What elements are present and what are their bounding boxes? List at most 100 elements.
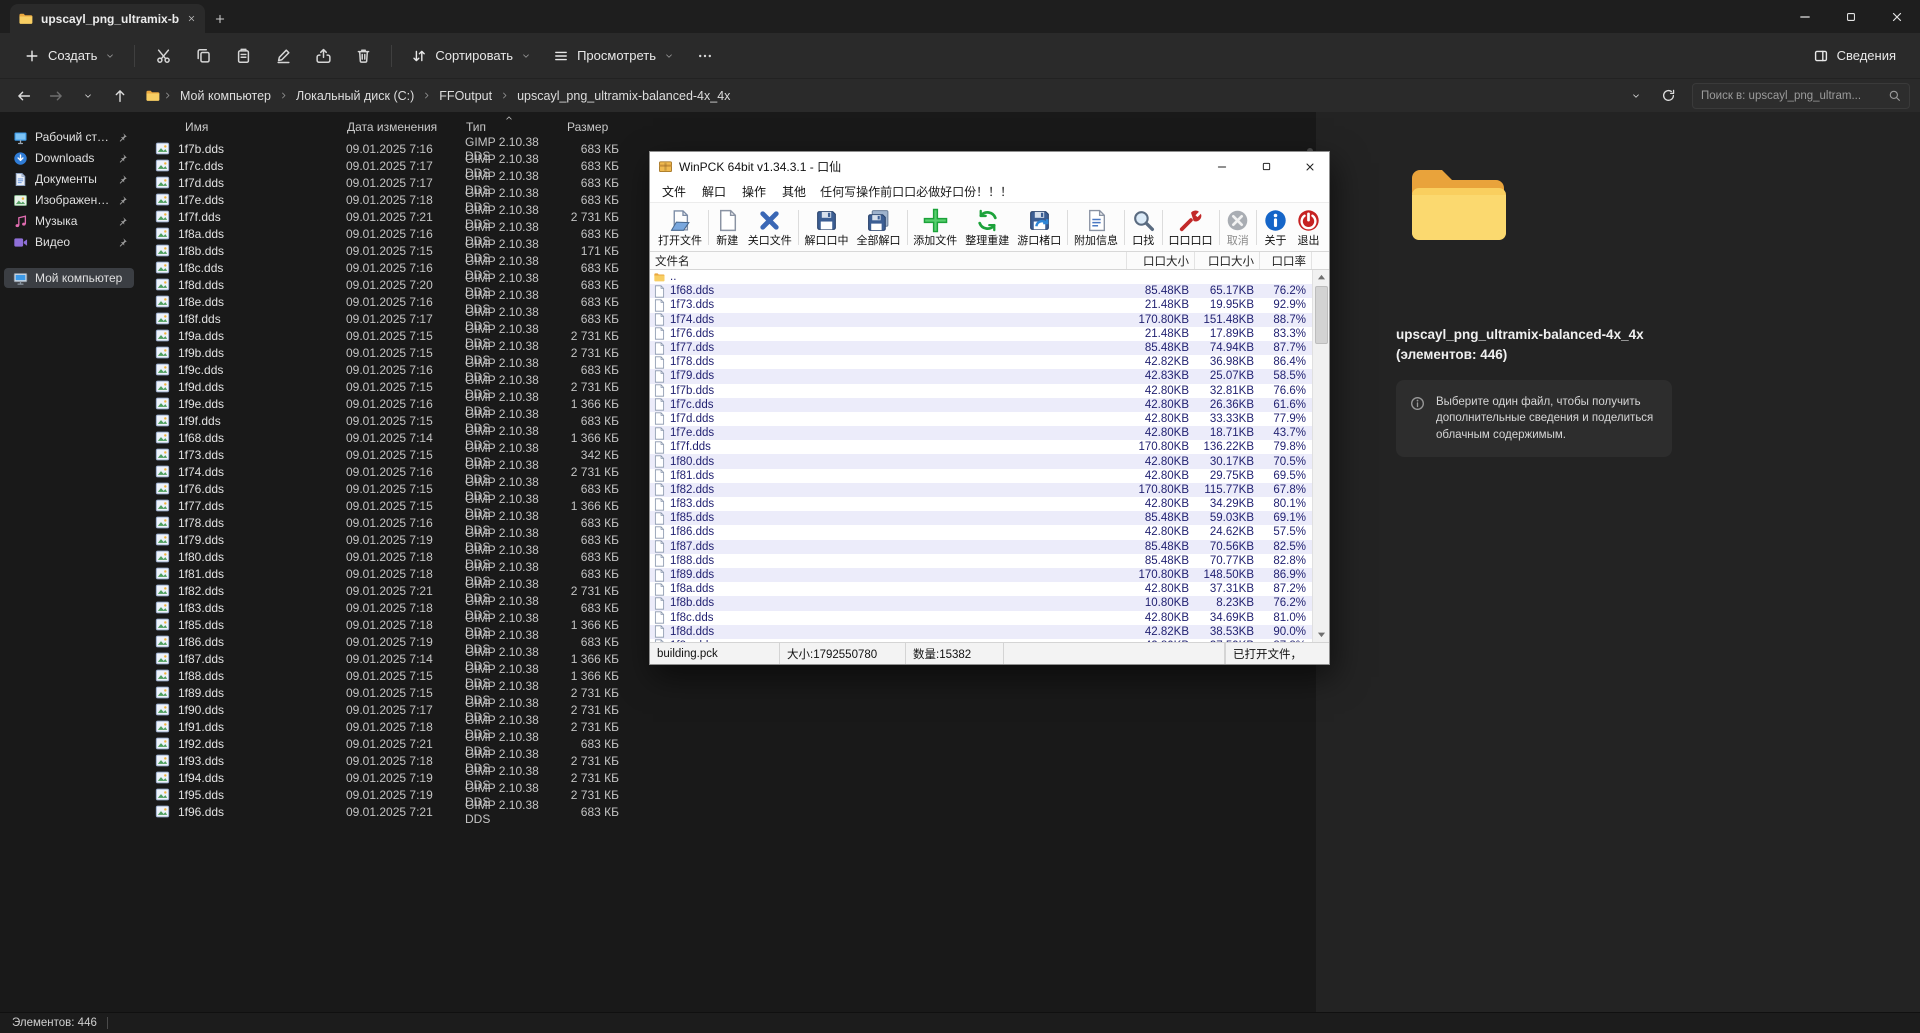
- file-row[interactable]: 1f96.dds09.01.2025 7:21GIMP 2.10.38 DDS6…: [138, 803, 1316, 820]
- winpck-row[interactable]: 1f8b.dds10.80KB8.23KB76.2%: [650, 596, 1312, 610]
- close-button[interactable]: [1890, 10, 1904, 24]
- winpck-minimize-button[interactable]: [1203, 152, 1241, 181]
- cut-button[interactable]: [144, 39, 182, 73]
- file-row[interactable]: 1f92.dds09.01.2025 7:21GIMP 2.10.38 DDS6…: [138, 735, 1316, 752]
- winpck-row[interactable]: 1f82.dds170.80KB115.77KB67.8%: [650, 483, 1312, 497]
- file-row[interactable]: 1f91.dds09.01.2025 7:18GIMP 2.10.38 DDS2…: [138, 718, 1316, 735]
- winpck-row[interactable]: 1f78.dds42.82KB36.98KB86.4%: [650, 355, 1312, 369]
- winpck-row[interactable]: 1f7c.dds42.80KB26.36KB61.6%: [650, 398, 1312, 412]
- forward-button[interactable]: [42, 83, 70, 109]
- scroll-down-icon[interactable]: [1314, 627, 1329, 642]
- winpck-menu-item[interactable]: 其他: [774, 181, 814, 202]
- minimize-button[interactable]: [1798, 10, 1812, 24]
- winpck-tool-cancel[interactable]: 取消: [1221, 206, 1254, 249]
- winpck-row[interactable]: 1f8c.dds42.80KB34.69KB81.0%: [650, 611, 1312, 625]
- sidebar-item-downloads[interactable]: Downloads: [4, 148, 134, 168]
- winpck-titlebar[interactable]: WinPCK 64bit v1.34.3.1 - 口仙: [650, 152, 1329, 181]
- file-row[interactable]: 1f95.dds09.01.2025 7:19GIMP 2.10.38 DDS2…: [138, 786, 1316, 803]
- rename-button[interactable]: [264, 39, 302, 73]
- winpck-scrollbar[interactable]: [1312, 270, 1329, 642]
- winpck-row[interactable]: 1f81.dds42.80KB29.75KB69.5%: [650, 469, 1312, 483]
- sidebar-item-videos[interactable]: Видео: [4, 232, 134, 252]
- breadcrumb-item[interactable]: FFOutput: [434, 87, 497, 105]
- winpck-row[interactable]: ..: [650, 270, 1312, 284]
- winpck-tool-rebuild[interactable]: 整理重建: [961, 206, 1013, 249]
- winpck-row[interactable]: 1f73.dds21.48KB19.95KB92.9%: [650, 298, 1312, 312]
- winpck-row[interactable]: 1f7f.dds170.80KB136.22KB79.8%: [650, 440, 1312, 454]
- winpck-row[interactable]: 1f85.dds85.48KB59.03KB69.1%: [650, 511, 1312, 525]
- file-row[interactable]: 1f90.dds09.01.2025 7:17GIMP 2.10.38 DDS2…: [138, 701, 1316, 718]
- breadcrumb-item[interactable]: upscayl_png_ultramix-balanced-4x_4x: [512, 87, 735, 105]
- column-header-size[interactable]: Размер: [567, 120, 608, 134]
- winpck-menu-item[interactable]: 文件: [654, 181, 694, 202]
- sidebar-item-music[interactable]: Музыка: [4, 211, 134, 231]
- sidebar-item-pictures[interactable]: Изображения: [4, 190, 134, 210]
- sidebar-item-documents[interactable]: Документы: [4, 169, 134, 189]
- column-header-date[interactable]: Дата изменения: [347, 120, 437, 134]
- winpck-menu-item[interactable]: 操作: [734, 181, 774, 202]
- winpck-row[interactable]: 1f77.dds85.48KB74.94KB87.7%: [650, 341, 1312, 355]
- sidebar-item-computer[interactable]: Мой компьютер: [4, 268, 134, 288]
- delete-button[interactable]: [344, 39, 382, 73]
- sidebar-item-desktop[interactable]: Рабочий стол: [4, 127, 134, 147]
- winpck-menu-item[interactable]: 解口: [694, 181, 734, 202]
- winpck-tool-new-file[interactable]: 新建: [711, 206, 744, 249]
- winpck-tool-extract[interactable]: 解口口中: [801, 206, 853, 249]
- breadcrumb-item[interactable]: Мой компьютер: [175, 87, 276, 105]
- winpck-row[interactable]: 1f8d.dds42.82KB38.53KB90.0%: [650, 625, 1312, 639]
- new-tab-button[interactable]: [205, 4, 235, 33]
- winpck-tool-tools[interactable]: 口口口口: [1165, 206, 1217, 249]
- explorer-tab[interactable]: upscayl_png_ultramix-balance: [10, 4, 205, 33]
- new-button[interactable]: Создать: [14, 41, 125, 71]
- winpck-column-header-3[interactable]: 口口率: [1260, 252, 1312, 269]
- winpck-row[interactable]: 1f87.dds85.48KB70.56KB82.5%: [650, 540, 1312, 554]
- tab-close-icon[interactable]: [187, 14, 196, 23]
- winpck-row[interactable]: 1f83.dds42.80KB34.29KB80.1%: [650, 497, 1312, 511]
- winpck-tool-add-files[interactable]: 添加文件: [909, 206, 961, 249]
- paste-button[interactable]: [224, 39, 262, 73]
- winpck-scroll-thumb[interactable]: [1315, 286, 1328, 344]
- search-input[interactable]: [1701, 90, 1882, 102]
- winpck-row[interactable]: 1f74.dds170.80KB151.48KB88.7%: [650, 313, 1312, 327]
- maximize-button[interactable]: [1845, 11, 1857, 23]
- winpck-row[interactable]: 1f7e.dds42.80KB18.71KB43.7%: [650, 426, 1312, 440]
- winpck-tool-exit[interactable]: 退出: [1292, 206, 1325, 249]
- details-pane-button[interactable]: Сведения: [1803, 41, 1906, 71]
- refresh-button[interactable]: [1654, 83, 1682, 109]
- file-row[interactable]: 1f94.dds09.01.2025 7:19GIMP 2.10.38 DDS2…: [138, 769, 1316, 786]
- back-button[interactable]: [10, 83, 38, 109]
- recent-locations-button[interactable]: [74, 83, 102, 109]
- winpck-tool-open-file[interactable]: 打开文件: [654, 206, 706, 249]
- winpck-row[interactable]: 1f7d.dds42.80KB33.33KB77.9%: [650, 412, 1312, 426]
- column-header-type[interactable]: Тип: [466, 120, 486, 134]
- up-button[interactable]: [106, 83, 134, 109]
- winpck-row[interactable]: 1f86.dds42.80KB24.62KB57.5%: [650, 525, 1312, 539]
- winpck-row[interactable]: 1f79.dds42.83KB25.07KB58.5%: [650, 369, 1312, 383]
- winpck-tool-extract-all[interactable]: 全部解口: [853, 206, 905, 249]
- winpck-tool-about[interactable]: 关于: [1259, 206, 1292, 249]
- winpck-row[interactable]: 1f80.dds42.80KB30.17KB70.5%: [650, 454, 1312, 468]
- search-box[interactable]: [1692, 83, 1910, 109]
- winpck-close-button[interactable]: [1291, 152, 1329, 181]
- winpck-column-header-2[interactable]: 口口大小: [1195, 252, 1260, 269]
- sort-button[interactable]: Сортировать: [401, 41, 541, 71]
- breadcrumb-item[interactable]: Локальный диск (C:): [291, 87, 419, 105]
- winpck-row[interactable]: 1f8a.dds42.80KB37.31KB87.2%: [650, 582, 1312, 596]
- file-row[interactable]: 1f93.dds09.01.2025 7:18GIMP 2.10.38 DDS2…: [138, 752, 1316, 769]
- copy-button[interactable]: [184, 39, 222, 73]
- share-button[interactable]: [304, 39, 342, 73]
- winpck-row[interactable]: 1f76.dds21.48KB17.89KB83.3%: [650, 327, 1312, 341]
- winpck-column-header-0[interactable]: 文件名: [650, 252, 1127, 269]
- view-button[interactable]: Просмотреть: [543, 41, 684, 71]
- winpck-row[interactable]: 1f89.dds170.80KB148.50KB86.9%: [650, 568, 1312, 582]
- winpck-row[interactable]: 1f68.dds85.48KB65.17KB76.2%: [650, 284, 1312, 298]
- winpck-tool-test[interactable]: 游口楮口: [1013, 206, 1065, 249]
- winpck-row[interactable]: 1f7b.dds42.80KB32.81KB76.6%: [650, 384, 1312, 398]
- winpck-tool-close-file[interactable]: 关口文件: [744, 206, 796, 249]
- scroll-up-icon[interactable]: [1314, 270, 1329, 285]
- column-header-name[interactable]: Имя: [185, 120, 208, 134]
- winpck-maximize-button[interactable]: [1247, 152, 1285, 181]
- winpck-tool-find[interactable]: 口找: [1127, 206, 1160, 249]
- file-row[interactable]: 1f89.dds09.01.2025 7:15GIMP 2.10.38 DDS2…: [138, 684, 1316, 701]
- address-dropdown-button[interactable]: [1622, 83, 1650, 109]
